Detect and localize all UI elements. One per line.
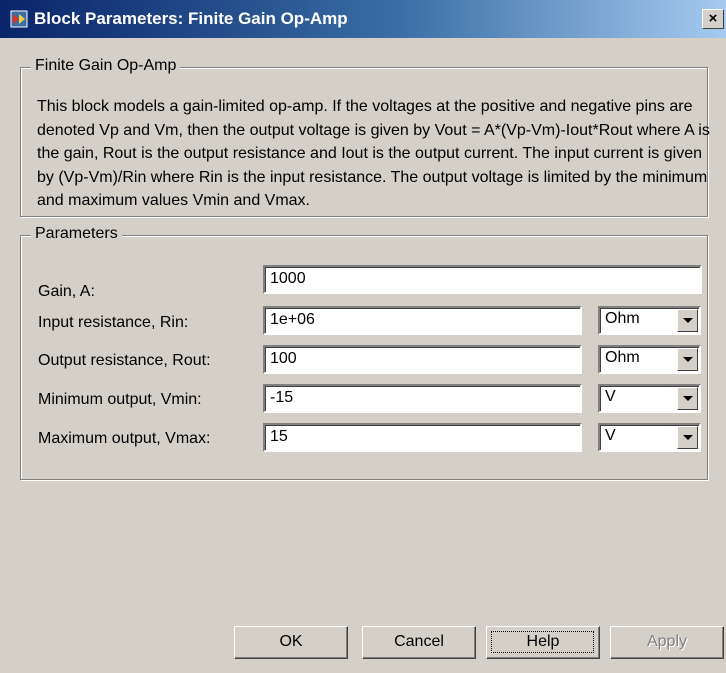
chevron-down-icon[interactable] xyxy=(677,426,698,449)
ok-button[interactable]: OK xyxy=(234,626,348,659)
maximum-output-unit-select[interactable]: V xyxy=(598,423,701,452)
output-resistance-label: Output resistance, Rout: xyxy=(38,352,211,369)
output-resistance-input[interactable]: 100 xyxy=(263,345,582,374)
parameters-legend: Parameters xyxy=(31,225,122,243)
focus-ring xyxy=(491,631,594,653)
minimum-output-unit: V xyxy=(605,388,616,405)
window-title: Block Parameters: Finite Gain Op-Amp xyxy=(34,9,348,28)
output-resistance-unit-select[interactable]: Ohm xyxy=(598,345,701,374)
apply-button[interactable]: Apply xyxy=(610,626,724,659)
minimum-output-unit-select[interactable]: V xyxy=(598,384,701,413)
gain-label: Gain, A: xyxy=(38,283,95,300)
close-button[interactable]: × xyxy=(702,9,724,29)
chevron-down-icon[interactable] xyxy=(677,387,698,410)
description-group: Finite Gain Op-Amp This block models a g… xyxy=(20,57,710,217)
maximum-output-input[interactable]: 15 xyxy=(263,423,582,452)
maximum-output-unit: V xyxy=(605,427,616,444)
title-bar[interactable]: Block Parameters: Finite Gain Op-Amp × xyxy=(0,0,726,38)
description-legend: Finite Gain Op-Amp xyxy=(31,57,181,75)
help-button[interactable]: Help xyxy=(486,626,600,659)
description-text: This block models a gain-limited op-amp.… xyxy=(37,98,710,209)
cancel-button[interactable]: Cancel xyxy=(362,626,476,659)
maximum-output-label: Maximum output, Vmax: xyxy=(38,430,211,447)
chevron-down-icon[interactable] xyxy=(677,348,698,371)
input-resistance-input[interactable]: 1e+06 xyxy=(263,306,582,335)
output-resistance-unit: Ohm xyxy=(605,349,640,366)
block-parameters-dialog: Block Parameters: Finite Gain Op-Amp × F… xyxy=(0,0,726,673)
minimum-output-input[interactable]: -15 xyxy=(263,384,582,413)
minimum-output-label: Minimum output, Vmin: xyxy=(38,391,202,408)
gain-input[interactable]: 1000 xyxy=(263,265,702,294)
close-icon: × xyxy=(708,10,718,27)
simulink-block-icon xyxy=(10,10,28,28)
input-resistance-label: Input resistance, Rin: xyxy=(38,314,189,331)
input-resistance-unit: Ohm xyxy=(605,310,640,327)
chevron-down-icon[interactable] xyxy=(677,309,698,332)
input-resistance-unit-select[interactable]: Ohm xyxy=(598,306,701,335)
